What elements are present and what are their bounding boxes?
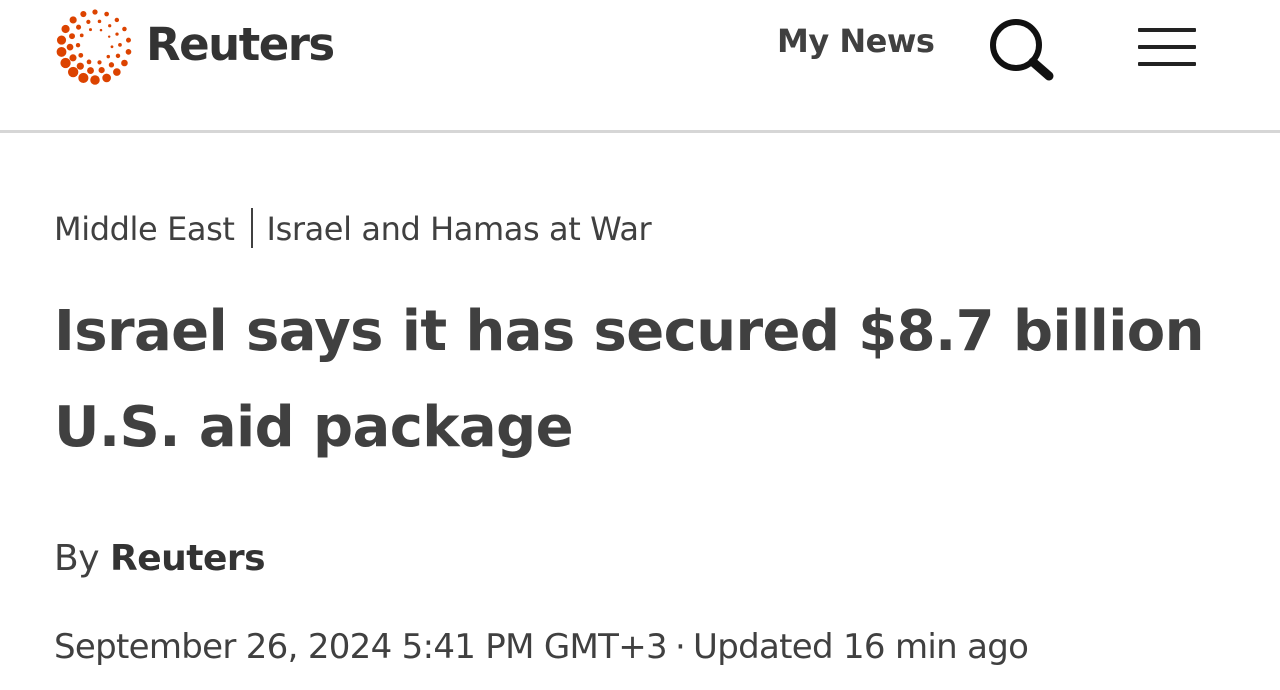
reuters-logo-icon: [56, 9, 132, 85]
logo-dot: [79, 33, 84, 38]
hamburger-menu-icon: [1138, 28, 1196, 66]
byline-prefix: By: [54, 538, 100, 579]
logo-dot: [122, 26, 127, 32]
logo-dot: [78, 52, 84, 58]
reuters-logo[interactable]: Reuters: [52, 2, 335, 90]
article-headline: Israel says it has secured $8.7 billion …: [54, 299, 1205, 460]
logo-dot: [80, 10, 87, 18]
search-icon: [990, 19, 1054, 81]
dateline-separator: ·: [674, 627, 686, 667]
logo-dot: [108, 62, 115, 68]
logo-dot: [69, 54, 77, 62]
logo-dot: [104, 11, 109, 17]
menu-button[interactable]: [1134, 22, 1200, 72]
updated-time: Updated 16 min ago: [693, 627, 1029, 667]
logo-dot: [76, 62, 84, 70]
logo-dot: [113, 68, 121, 76]
logo-dot: [75, 43, 81, 48]
author-link[interactable]: Reuters: [110, 538, 266, 579]
logo-dot: [76, 24, 82, 30]
logo-dot: [69, 33, 75, 40]
breadcrumb-israel-hamas-war[interactable]: Israel and Hamas at War: [267, 210, 652, 248]
logo-dot: [99, 28, 103, 32]
logo-dot: [118, 43, 122, 47]
logo-dot: [56, 35, 67, 45]
logo-dot: [90, 75, 100, 85]
logo-dot: [98, 67, 105, 74]
logo-dot: [110, 45, 114, 49]
breadcrumb-middle-east[interactable]: Middle East: [54, 210, 235, 248]
logo-dot: [87, 67, 94, 75]
logo-dot: [61, 24, 70, 34]
breadcrumb: Middle East Israel and Hamas at War: [54, 208, 652, 248]
dateline: September 26, 2024 5:41 PM GMT+3 · Updated…: [54, 627, 1029, 667]
logo-dot: [97, 19, 102, 24]
byline: By Reuters: [54, 538, 266, 579]
logo-dot: [86, 19, 91, 25]
search-button[interactable]: [986, 14, 1058, 82]
logo-dot: [107, 35, 111, 38]
logo-dot: [69, 16, 77, 24]
logo-dot: [66, 43, 74, 51]
logo-dot: [125, 49, 132, 55]
my-news-link[interactable]: My News: [777, 22, 935, 60]
logo-dot: [92, 9, 98, 15]
logo-dot: [67, 66, 79, 78]
logo-dot: [114, 17, 120, 23]
logo-dot: [102, 73, 111, 83]
published-time: September 26, 2024 5:41 PM GMT+3: [54, 627, 668, 667]
site-header: Reuters My News: [0, 0, 1280, 133]
breadcrumb-separator: [250, 208, 253, 248]
logo-dot: [115, 53, 121, 59]
logo-dot: [60, 57, 71, 69]
logo-dot: [56, 46, 67, 57]
logo-dot: [108, 24, 112, 28]
logo-dot: [115, 32, 119, 36]
logo-dot: [106, 54, 111, 59]
logo-dot: [86, 59, 92, 65]
brand-name: Reuters: [146, 17, 335, 71]
logo-dot: [126, 37, 131, 43]
logo-dot: [78, 72, 89, 84]
logo-dot: [88, 28, 92, 32]
logo-dot: [97, 60, 102, 65]
logo-dot: [121, 59, 128, 67]
